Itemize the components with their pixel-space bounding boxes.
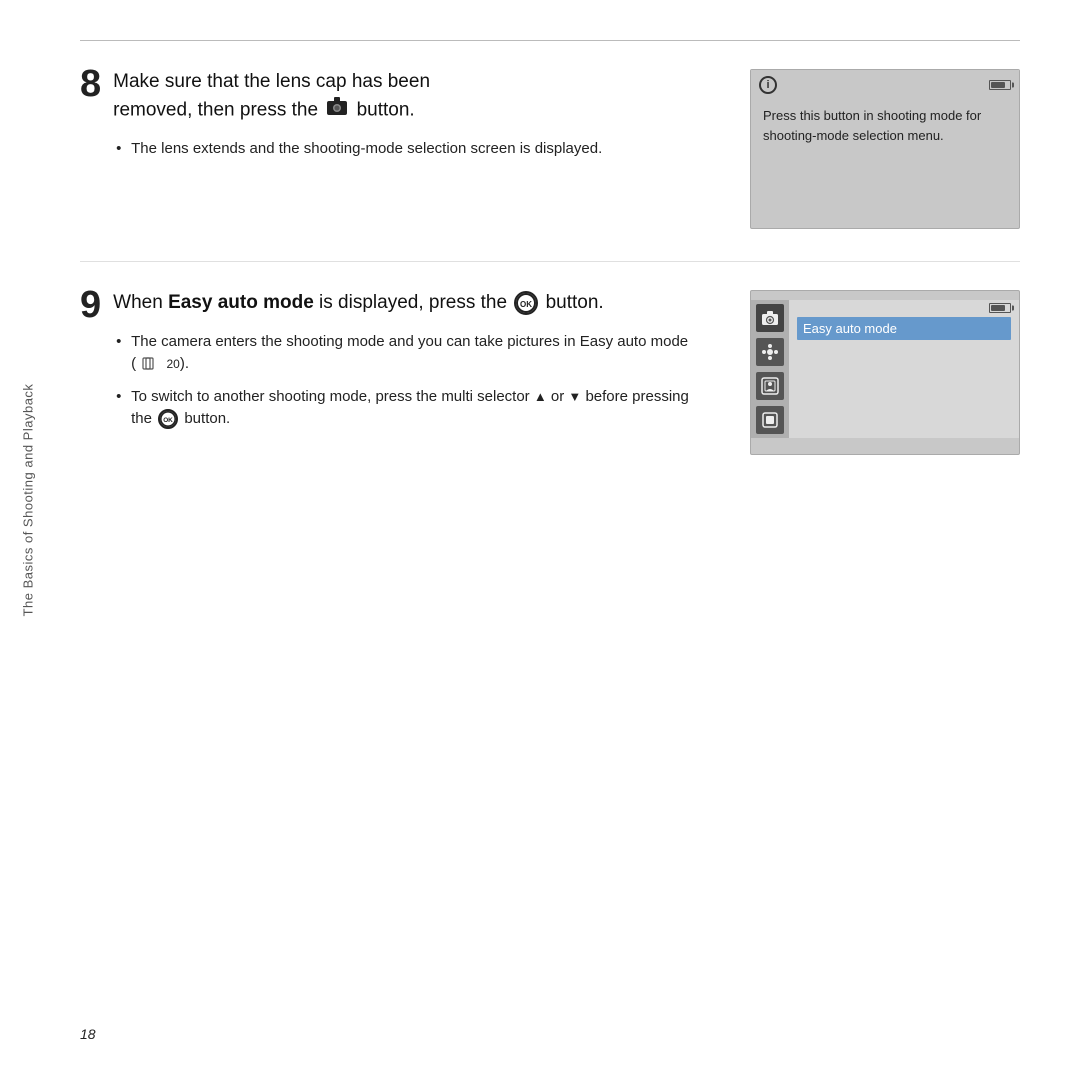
section-9-right: Easy auto mode — [750, 290, 1020, 455]
section-9: 9 When Easy auto mode is displayed, pres… — [80, 262, 1020, 487]
section-9-left: 9 When Easy auto mode is displayed, pres… — [80, 290, 720, 441]
step-8-bullet-1: The lens extends and the shooting-mode s… — [113, 138, 693, 161]
step-9-number: 9 — [80, 286, 101, 324]
mode-icon-other — [756, 406, 784, 434]
step-9-screen: Easy auto mode — [750, 290, 1020, 455]
step-9-mode-sidebar — [751, 300, 789, 438]
camera-button-icon — [326, 96, 348, 116]
step-9-bullets: The camera enters the shooting mode and … — [113, 331, 693, 431]
mode-icon-portrait — [756, 372, 784, 400]
easy-auto-mode-label: Easy auto mode — [803, 319, 897, 338]
battery-icon — [989, 80, 1011, 90]
step-8-screen-topbar: i — [751, 70, 1019, 98]
ok-icon-svg-2: OK — [160, 410, 176, 428]
ok-button-icon-2: OK — [158, 409, 178, 429]
arrow-up-icon: ▲ — [534, 387, 547, 407]
ok-button-icon: OK — [514, 291, 538, 315]
portrait-mode-icon — [761, 377, 779, 395]
step-9-title: When Easy auto mode is displayed, press … — [113, 290, 693, 317]
screen9-battery — [989, 303, 1011, 313]
auto-mode-icon — [761, 310, 779, 326]
svg-text:OK: OK — [520, 300, 532, 309]
step-8-screen: i Press this button in shooting mode for… — [750, 69, 1020, 229]
step-9-screen-content: Easy auto mode — [751, 300, 1019, 438]
mode-icon-scene — [756, 338, 784, 366]
page-number: 18 — [80, 1026, 96, 1042]
step-9-bullet-2: To switch to another shooting mode, pres… — [113, 386, 693, 431]
step-8-bullets: The lens extends and the shooting-mode s… — [113, 138, 693, 161]
step-9-content: When Easy auto mode is displayed, press … — [113, 290, 693, 441]
mode-icon-auto — [756, 304, 784, 332]
svg-text:OK: OK — [163, 417, 173, 424]
easy-auto-mode-text: Easy auto mode — [168, 292, 314, 313]
step-8-title: Make sure that the lens cap has been rem… — [113, 69, 693, 124]
page-ref-icon — [142, 357, 160, 371]
step-9-screen-main: Easy auto mode — [789, 300, 1019, 438]
step-8-number: 8 — [80, 65, 101, 103]
step-8-content: Make sure that the lens cap has been rem… — [113, 69, 693, 171]
arrow-down-icon: ▼ — [568, 387, 581, 407]
section-8-left: 8 Make sure that the lens cap has been r… — [80, 69, 720, 171]
other-mode-icon — [761, 411, 779, 429]
step-9-bullet-1: The camera enters the shooting mode and … — [113, 331, 693, 376]
step-8-screen-body: Press this button in shooting mode for s… — [751, 98, 1019, 160]
scene-mode-icon — [761, 343, 779, 361]
section-8: 8 Make sure that the lens cap has been r… — [80, 41, 1020, 262]
screen-empty-area — [797, 346, 1011, 406]
step-9-screen-topbar — [751, 291, 1019, 300]
ok-icon-svg: OK — [516, 293, 536, 313]
section-8-right: i Press this button in shooting mode for… — [750, 69, 1020, 229]
info-icon: i — [759, 76, 777, 94]
selected-mode-label-row: Easy auto mode — [797, 317, 1011, 340]
step-8-screen-text: Press this button in shooting mode for s… — [763, 106, 1007, 146]
